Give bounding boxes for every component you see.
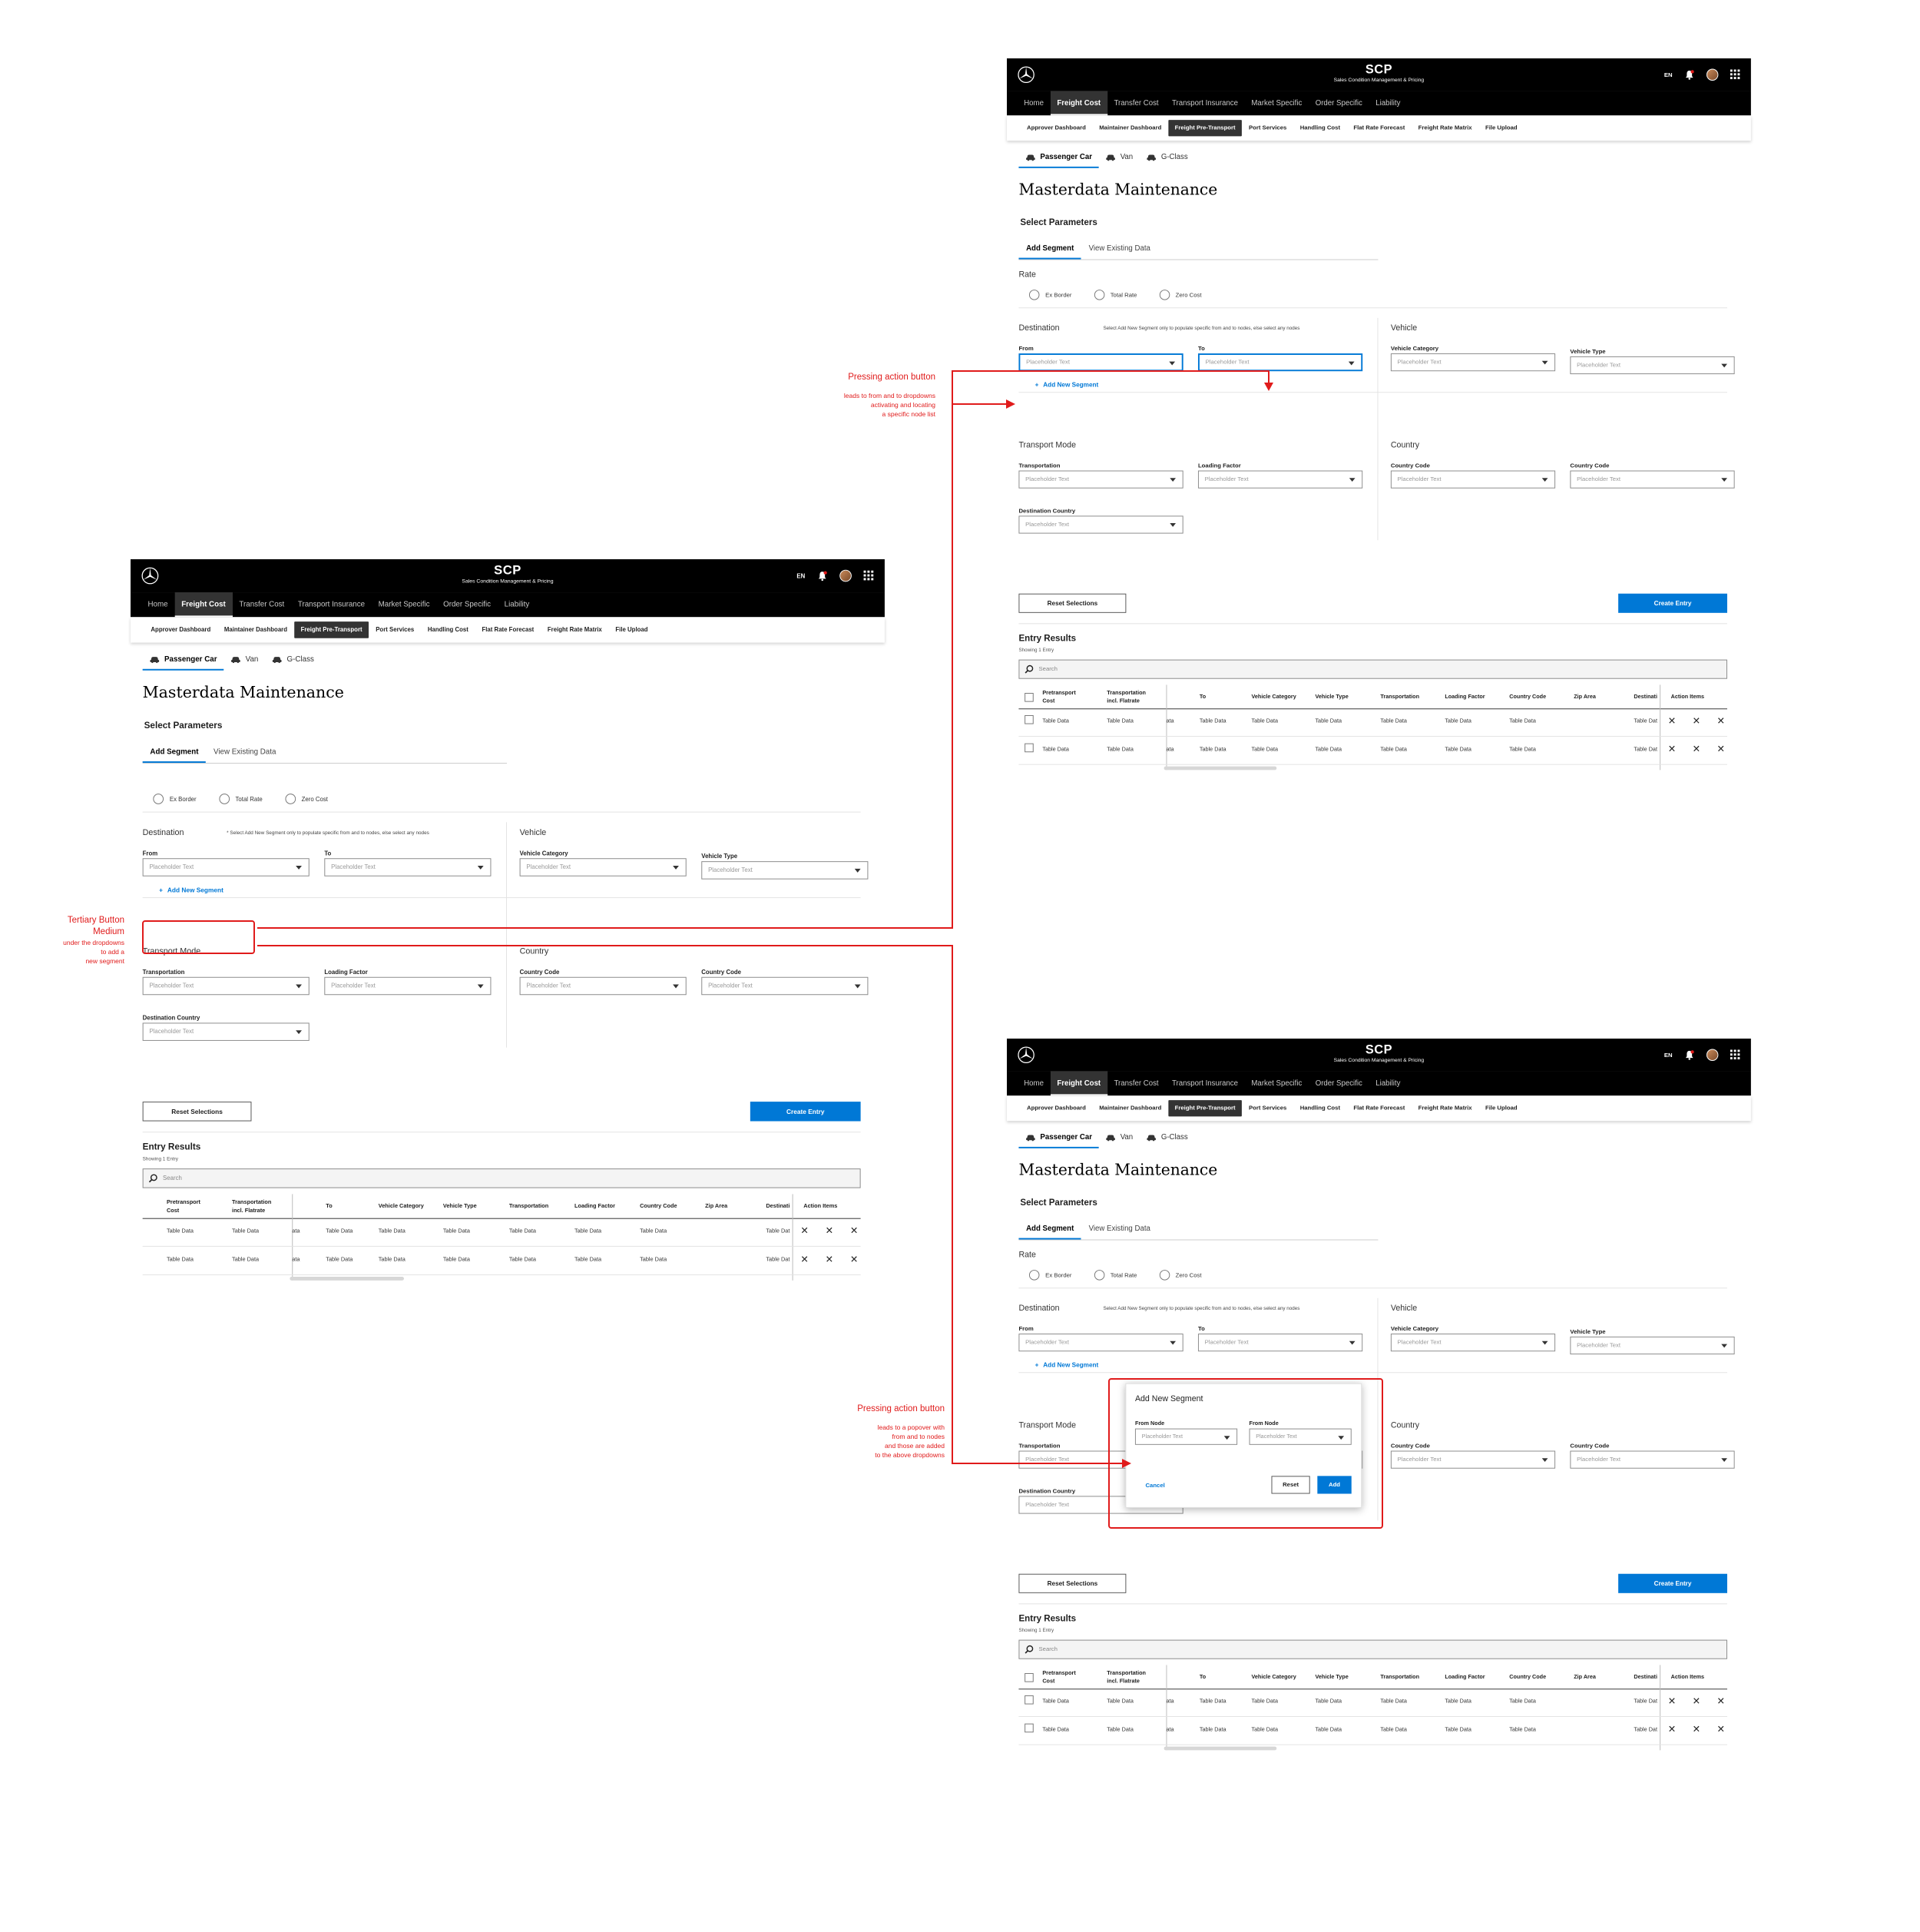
annotation-line: to add a (101, 948, 124, 956)
annotation-line: new segment (85, 957, 124, 965)
annotation-dropdowns: Pressing action button leads to from and… (844, 372, 935, 419)
annotation-title: Tertiary Button (67, 916, 124, 925)
annotation-popover: Pressing action button leads to a popove… (857, 1403, 945, 1460)
annotation-title: Medium (93, 927, 124, 936)
annotation-line: to the above dropdowns (875, 1451, 945, 1459)
annotation-title: Pressing action button (857, 1404, 945, 1413)
annotation-line: a specific node list (882, 410, 935, 418)
annotation-line: from and to nodes (892, 1433, 945, 1440)
annotation-title: Pressing action button (848, 373, 935, 382)
annotation-tertiary-button: Tertiary Button Medium under the dropdow… (63, 915, 124, 966)
annotation-line: leads to from and to dropdowns (843, 392, 935, 399)
annotation-line: activating and locating (870, 401, 935, 409)
annotation-line: and those are added (885, 1442, 945, 1450)
annotation-connectors (257, 370, 1273, 1468)
annotation-line: under the dropdowns (63, 939, 124, 946)
annotation-line: leads to a popover with (877, 1423, 945, 1431)
